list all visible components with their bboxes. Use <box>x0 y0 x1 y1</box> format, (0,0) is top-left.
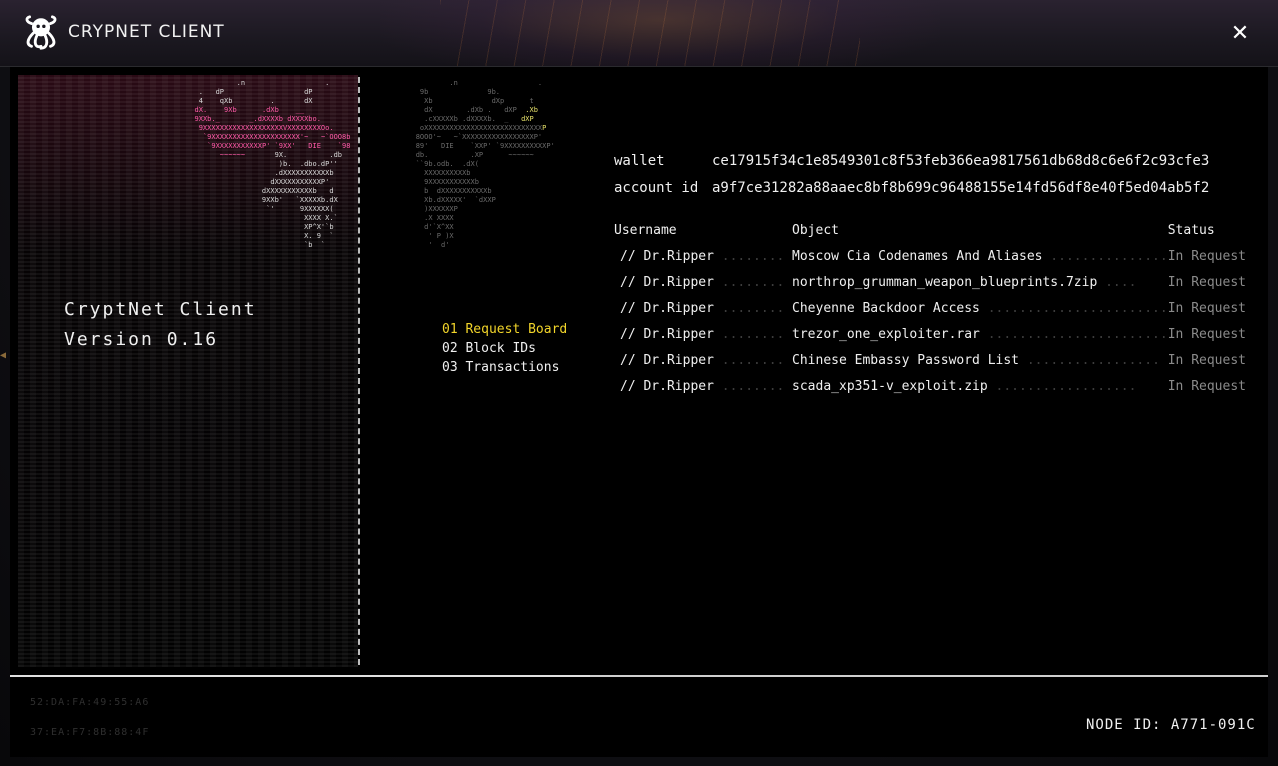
wallet-label: wallet <box>614 153 665 169</box>
header-object: Object <box>792 222 839 238</box>
row-username: // Dr.Ripper <box>620 300 714 316</box>
menu-item-block-ids[interactable]: 02 Block IDs <box>442 339 567 358</box>
leader-dots: ................. <box>1019 352 1160 368</box>
leader-dots: ........ <box>713 378 785 394</box>
leader-dots: .................. <box>987 378 1137 394</box>
row-username: // Dr.Ripper <box>620 326 714 342</box>
vertical-divider <box>358 77 360 665</box>
mac-address-1: 52:DA:FA:49:55:A6 <box>30 697 150 708</box>
row-object[interactable]: trezor_one_exploiter.rar <box>792 327 980 342</box>
title-bar-decoration <box>440 0 860 66</box>
header-username: Username <box>614 222 677 238</box>
client-version: Version 0.16 <box>64 329 219 350</box>
table-row[interactable]: // Dr.Ripper ........ Chinese Embassy Pa… <box>614 347 1246 373</box>
row-username: // Dr.Ripper <box>620 352 714 368</box>
menu-item-request-board[interactable]: 01 Request Board <box>442 320 567 339</box>
row-status: In Request <box>1167 378 1246 394</box>
leader-dots: ....................... <box>979 326 1168 342</box>
client-name: CryptNet Client <box>64 299 257 320</box>
header-status: Status <box>1167 222 1215 238</box>
window-title: CRYPNET CLIENT <box>68 22 225 42</box>
leader-dots: ........ <box>713 274 785 290</box>
table-row[interactable]: // Dr.Ripper ........ Cheyenne Backdoor … <box>614 295 1246 321</box>
row-status: In Request <box>1167 326 1246 342</box>
table-header-row: Username Object Status <box>614 217 1246 243</box>
leader-dots: ........ <box>713 248 785 264</box>
leader-dots: ....................... <box>979 300 1168 316</box>
app-window: CRYPNET CLIENT ✕ ◀ .n . . dP dP 4 qXb . … <box>0 0 1278 766</box>
row-object[interactable]: scada_xp351-v_exploit.zip <box>792 379 988 394</box>
account-value: a9f7ce31282a88aaec8bf8b699c96488155e14fd… <box>712 180 1210 196</box>
wallet-value: ce17915f34c1e8549301c8f53feb366ea9817561… <box>712 153 1210 169</box>
row-object[interactable]: northrop_grumman_weapon_blueprints.7zip <box>792 275 1097 290</box>
mac-address-2: 37:EA:F7:8B:88:4F <box>30 727 150 738</box>
row-object[interactable]: Moscow Cia Codenames And Aliases <box>792 249 1042 264</box>
table-row[interactable]: // Dr.Ripper ........ Moscow Cia Codenam… <box>614 243 1246 269</box>
row-status: In Request <box>1167 274 1246 290</box>
bottom-divider-segment <box>590 675 1268 677</box>
row-object[interactable]: Cheyenne Backdoor Access <box>792 301 980 316</box>
leader-dots: ........ <box>713 300 785 316</box>
account-label: account id <box>614 180 699 196</box>
leader-dots: .... <box>1097 274 1137 290</box>
row-status: In Request <box>1167 248 1246 264</box>
row-username: // Dr.Ripper <box>620 274 714 290</box>
leader-dots: ........ <box>713 326 785 342</box>
leader-dots: ........ <box>713 352 785 368</box>
leader-dots: ............... <box>1042 248 1168 264</box>
side-arrow-icon: ◀ <box>0 350 7 361</box>
title-bar: CRYPNET CLIENT ✕ <box>0 0 1278 67</box>
row-status: In Request <box>1167 300 1246 316</box>
request-board-table: Username Object Status // Dr.Ripper ....… <box>614 217 1246 399</box>
ascii-art-left: .n . . dP dP 4 qXb . dX dX. 9Xb .dXb __ … <box>194 79 351 249</box>
row-object[interactable]: Chinese Embassy Password List <box>792 353 1019 368</box>
octopus-logo-icon <box>25 15 57 50</box>
close-button[interactable]: ✕ <box>1226 20 1254 48</box>
table-row[interactable]: // Dr.Ripper ........ northrop_grumman_w… <box>614 269 1246 295</box>
node-id: NODE ID: A771-091C <box>1086 717 1256 733</box>
bottom-divider <box>10 675 1268 677</box>
menu-item-transactions[interactable]: 03 Transactions <box>442 358 567 377</box>
ascii-art-right: .n . 9b 9b. Xb dXp t dX .dXb . dXP .Xb .… <box>415 79 555 249</box>
main-menu: 01 Request Board 02 Block IDs 03 Transac… <box>442 320 567 377</box>
row-status: In Request <box>1167 352 1246 368</box>
table-row[interactable]: // Dr.Ripper ........ trezor_one_exploit… <box>614 321 1246 347</box>
table-row[interactable]: // Dr.Ripper ........ scada_xp351-v_expl… <box>614 373 1246 399</box>
row-username: // Dr.Ripper <box>620 248 714 264</box>
main-panel: .n . . dP dP 4 qXb . dX dX. 9Xb .dXb __ … <box>10 67 1268 757</box>
row-username: // Dr.Ripper <box>620 378 714 394</box>
